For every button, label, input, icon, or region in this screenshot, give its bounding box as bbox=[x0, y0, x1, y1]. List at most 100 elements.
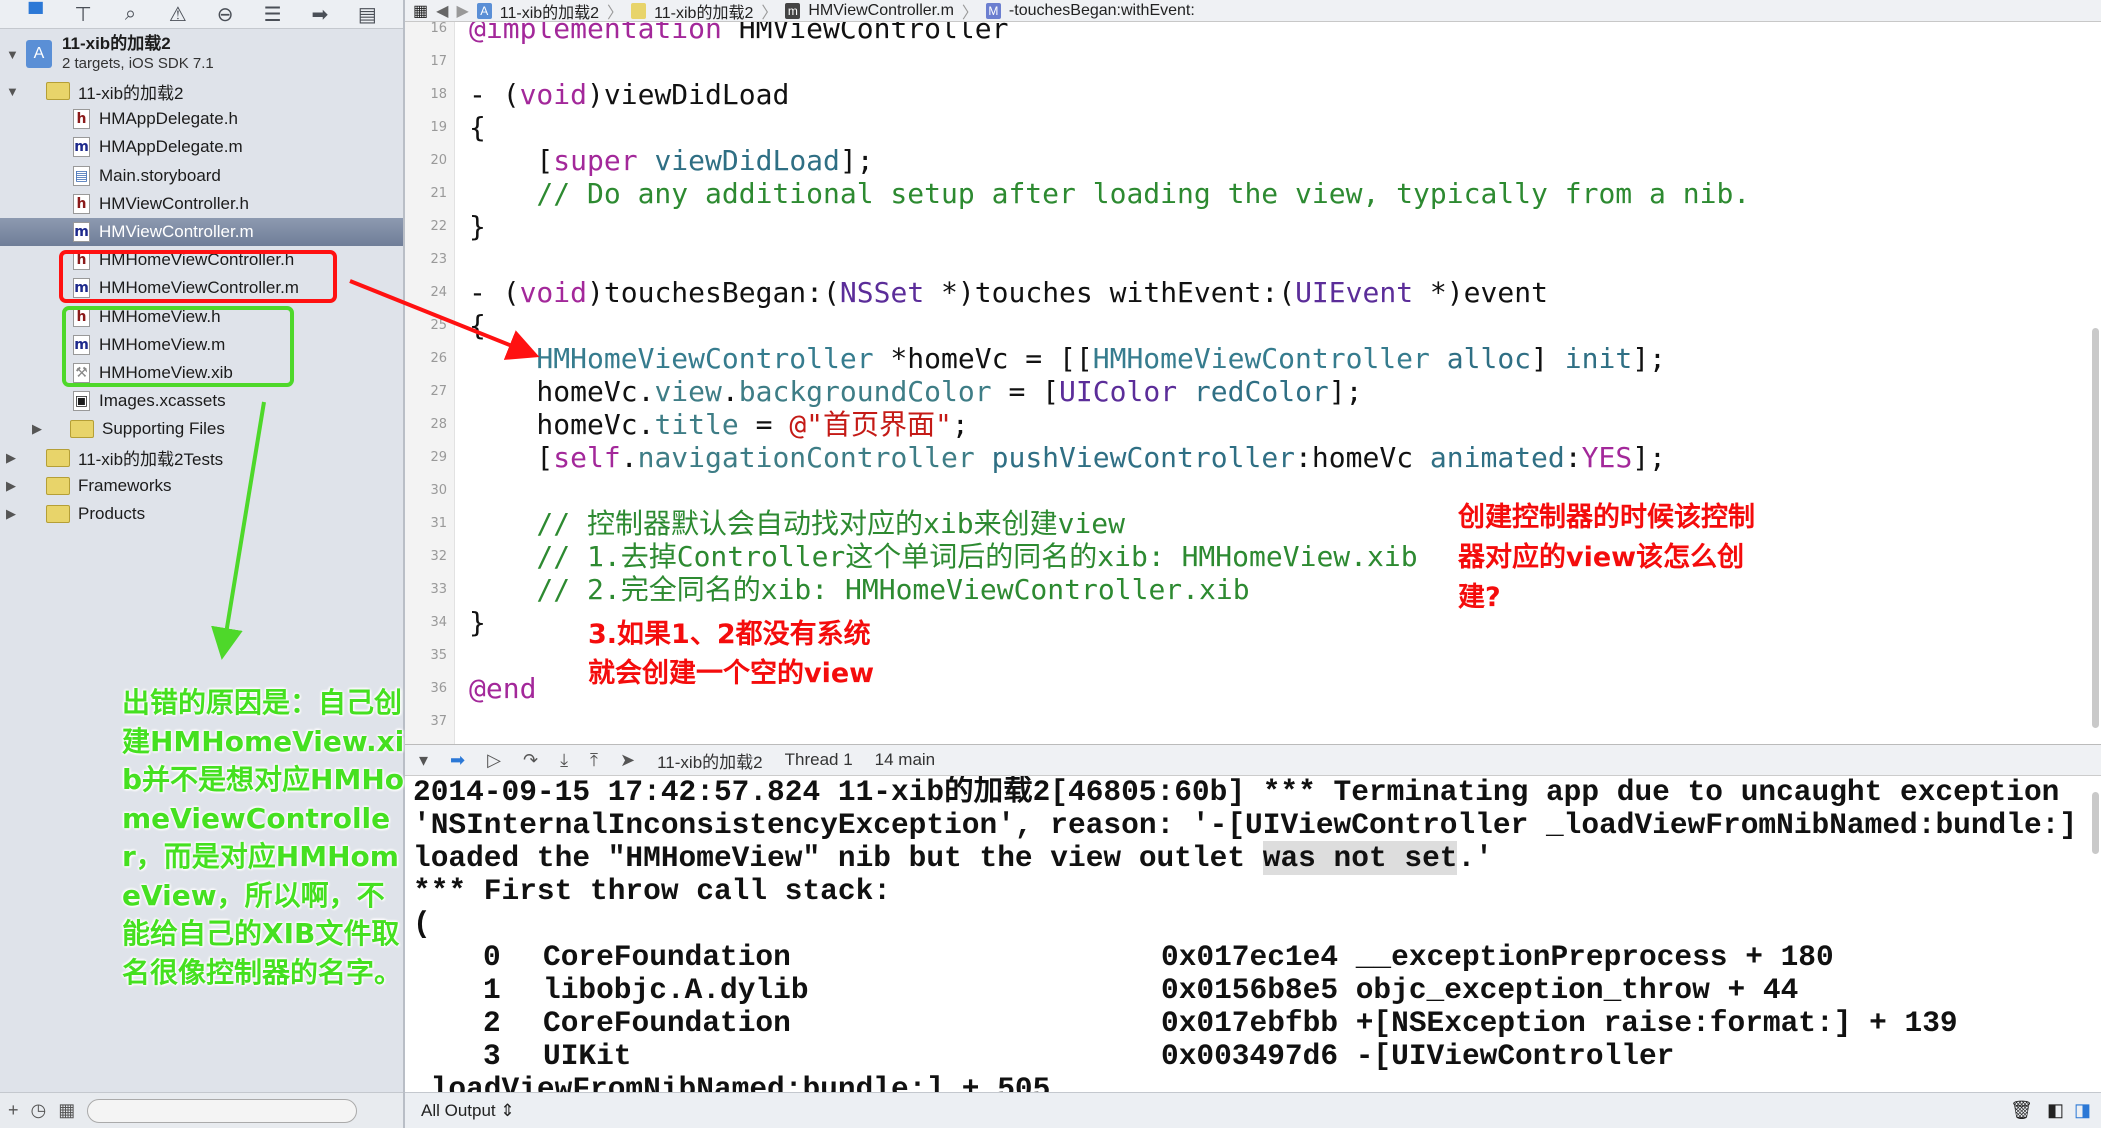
breakpoints-toggle-icon[interactable]: ➡ bbox=[450, 750, 465, 771]
folder-icon bbox=[46, 448, 70, 467]
code-token: YES bbox=[1581, 441, 1633, 474]
line-number: 30 bbox=[430, 483, 447, 498]
debug-crumb-frame[interactable]: 14 main bbox=[875, 750, 935, 770]
search-icon[interactable]: ⌕ bbox=[115, 3, 145, 26]
code-token: viewDidLoad bbox=[654, 144, 840, 177]
comment-icon[interactable]: ▤ bbox=[352, 2, 382, 27]
jump-bar: ▦ ◀ ▶ A 11-xib的加载2 〉 11-xib的加载2 〉 m HMView… bbox=[405, 0, 2101, 22]
jump-crumb-project[interactable]: 11-xib的加载2 bbox=[500, 0, 599, 23]
output-filter-select[interactable]: All Output ⇕ bbox=[421, 1101, 515, 1121]
code-text: { bbox=[469, 111, 486, 144]
recent-icon[interactable]: ◷ bbox=[31, 1100, 47, 1121]
code-line: 31 // 控制器默认会自动找对应的xib来创建view bbox=[405, 507, 2085, 540]
list-icon[interactable]: ☰ bbox=[258, 2, 288, 27]
location-icon[interactable]: ➤ bbox=[620, 750, 635, 771]
continue-icon[interactable]: ▷ bbox=[487, 750, 501, 771]
tree-item[interactable]: ▣ Images.xcassets bbox=[0, 387, 403, 415]
disclosure-triangle-icon[interactable]: ▶ bbox=[32, 421, 42, 437]
tree-item[interactable]: m HMAppDelegate.m bbox=[0, 133, 403, 161]
tree-item[interactable]: ▶ 11-xib的加载2Tests bbox=[0, 444, 403, 472]
selected-text: was not set bbox=[1262, 841, 1458, 875]
code-token: init bbox=[1564, 342, 1633, 375]
code-line: 32 // 1.去掉Controller这个单词后的同名的xib: HMHome… bbox=[405, 540, 2085, 573]
tree-item[interactable]: m HMViewController.m bbox=[0, 218, 403, 246]
tree-item-label: Main.storyboard bbox=[99, 165, 221, 185]
tree-item[interactable]: ▤ Main.storyboard bbox=[0, 162, 403, 190]
line-number: 24 bbox=[430, 285, 447, 300]
disclosure-triangle-icon[interactable]: ▼ bbox=[6, 47, 19, 62]
tree-item[interactable]: ▶ Frameworks bbox=[0, 472, 403, 500]
disclosure-triangle-icon[interactable]: ▶ bbox=[6, 478, 16, 494]
code-token: [ bbox=[469, 144, 554, 177]
forward-icon[interactable]: ▶ bbox=[456, 1, 468, 21]
debug-crumb-app[interactable]: 11-xib的加载2 bbox=[657, 748, 763, 773]
related-items-icon[interactable]: ▦ bbox=[413, 1, 428, 21]
folder-icon bbox=[70, 420, 94, 439]
step-out-icon[interactable]: ⤒ bbox=[590, 750, 598, 771]
code-line: 30 bbox=[405, 474, 2085, 507]
stack-lib: CoreFoundation bbox=[543, 940, 791, 974]
code-token: )touchesBegan:( bbox=[587, 276, 840, 309]
step-into-icon[interactable]: ⤓ bbox=[560, 750, 568, 771]
disclosure-triangle-icon[interactable]: ▶ bbox=[6, 450, 16, 466]
console-text: loaded the "HMHomeView" nib but the view… bbox=[413, 841, 1263, 875]
code-text: @end bbox=[469, 672, 536, 705]
code-token: alloc bbox=[1446, 342, 1532, 375]
code-token: )viewDidLoad bbox=[587, 78, 790, 111]
breakpoint-icon[interactable]: ⊖ bbox=[210, 2, 240, 27]
tag-icon[interactable]: ➡ bbox=[305, 2, 335, 27]
jump-crumb-group[interactable]: 11-xib的加载2 bbox=[654, 0, 753, 23]
disclosure-triangle-icon[interactable]: ▼ bbox=[6, 84, 19, 99]
navigator-filter-bar: + ◷ ▦ bbox=[0, 1092, 403, 1128]
stack-frame: 2 CoreFoundation 0x017ebfbb +[NSException … bbox=[405, 1007, 2101, 1040]
back-icon[interactable]: ◀ bbox=[436, 1, 448, 21]
code-line: 26 HMHomeViewController *homeVc = [[HMHo… bbox=[405, 342, 2085, 375]
code-token: super bbox=[553, 144, 638, 177]
console-view-toggle-icon[interactable]: ◨ bbox=[2074, 1100, 2091, 1121]
scm-icon[interactable]: ▦ bbox=[58, 1100, 75, 1121]
code-token: homeVc. bbox=[469, 375, 655, 408]
green-annotation: 出错的原因是：自己创建HMHomeView.xib并不是想对应HMHomeVie… bbox=[122, 686, 405, 989]
hide-debug-area-icon[interactable]: ▾ bbox=[419, 750, 428, 771]
code-text: { bbox=[469, 309, 486, 342]
code-token: pushViewController bbox=[991, 441, 1296, 474]
project-root[interactable]: ▼ A 11-xib的加载2 2 targets, iOS SDK 7.1 bbox=[0, 33, 403, 75]
code-token: HMHomeViewController bbox=[469, 342, 874, 375]
stack-frame: 0 CoreFoundation 0x017ec1e4 __exceptionPre… bbox=[405, 941, 2101, 974]
tree-item[interactable]: ▼ 11-xib的加载2 bbox=[0, 77, 403, 105]
editor-scrollbar[interactable] bbox=[2092, 328, 2099, 728]
folder-icon bbox=[46, 476, 70, 495]
hierarchy-icon[interactable]: ⊤ bbox=[68, 2, 98, 27]
jump-crumb-method[interactable]: -touchesBegan:withEvent: bbox=[1009, 2, 1195, 20]
tree-item[interactable]: ▶ Supporting Files bbox=[0, 415, 403, 443]
console-scrollbar[interactable] bbox=[2092, 792, 2099, 854]
code-token: NSSet bbox=[839, 276, 925, 309]
disclosure-triangle-icon[interactable]: ▶ bbox=[6, 506, 16, 522]
code-token: @end bbox=[469, 672, 537, 705]
add-icon[interactable]: + bbox=[8, 1100, 19, 1121]
stack-i: 3 bbox=[483, 1039, 501, 1073]
stack-i: 1 bbox=[483, 973, 501, 1007]
variables-view-toggle-icon[interactable]: ◧ bbox=[2047, 1100, 2064, 1121]
code-token: [ bbox=[469, 441, 554, 474]
filter-input[interactable] bbox=[87, 1098, 358, 1123]
jump-crumb-file[interactable]: HMViewController.m bbox=[808, 2, 954, 20]
code-text: homeVc.title = @"首页界面"; bbox=[469, 408, 968, 441]
code-line: 20 [super viewDidLoad]; bbox=[405, 144, 2085, 177]
code-text: // 控制器默认会自动找对应的xib来创建view bbox=[469, 507, 1125, 540]
code-line: 24 - (void)touchesBegan:(NSSet *)touches … bbox=[405, 276, 2085, 309]
console-output[interactable]: 2014-09-15 17:42:57.824 11-xib的加载2[46805… bbox=[405, 776, 2101, 1092]
folder-icon[interactable]: ▀ bbox=[21, 3, 51, 26]
console-line: *** First throw call stack: bbox=[413, 874, 891, 908]
tree-item[interactable]: h HMViewController.h bbox=[0, 190, 403, 218]
code-line: 22} bbox=[405, 210, 2085, 243]
code-line: 29 [self.navigationController pushViewCo… bbox=[405, 441, 2085, 474]
code-token: { bbox=[469, 309, 486, 342]
code-text: // 2.完全同名的xib: HMHomeViewController.xib bbox=[469, 573, 1249, 606]
debug-crumb-thread[interactable]: Thread 1 bbox=[785, 750, 853, 770]
tree-item[interactable]: h HMAppDelegate.h bbox=[0, 105, 403, 133]
step-over-icon[interactable]: ↷ bbox=[523, 750, 538, 771]
tree-item[interactable]: ▶ Products bbox=[0, 500, 403, 528]
trash-icon[interactable]: 🗑 bbox=[2010, 1100, 2033, 1121]
warning-icon[interactable]: ⚠ bbox=[163, 2, 193, 27]
